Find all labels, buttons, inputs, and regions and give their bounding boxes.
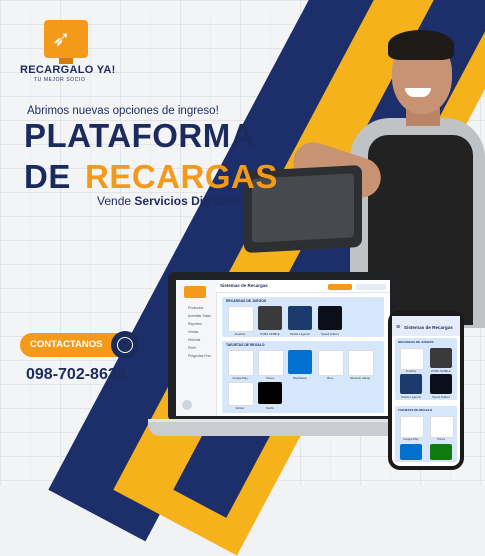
laptop-user-badge [356, 284, 386, 290]
phone-tile-itunes[interactable] [430, 416, 454, 438]
laptop-tile-mobile-legends[interactable] [288, 306, 312, 330]
laptop-tile-label: Xbox [326, 376, 334, 380]
laptop-tile-label: PlayStation [292, 376, 308, 380]
laptop-sidebar [176, 280, 217, 416]
laptop-tile-roblox[interactable] [228, 382, 254, 406]
phone-tile-xbox[interactable] [430, 444, 452, 460]
laptop-tile-playstation[interactable] [288, 350, 312, 374]
whatsapp-icon [117, 337, 133, 353]
laptop-tile-google-play[interactable] [228, 350, 254, 376]
phone-tile-label: Google Play [403, 437, 419, 441]
laptop-tile-label: Mobile Legends [290, 332, 310, 336]
laptop-tile-speed-drifters[interactable] [318, 306, 342, 330]
laptop-menu-item[interactable]: Ventas [188, 330, 198, 334]
laptop-menu-item[interactable]: Reportes [188, 322, 202, 326]
phone-app-title: Sistemas de Recargas [404, 325, 453, 330]
contact-button-label: CONTACTANOS [30, 339, 103, 350]
laptop-cards-heading: TARJETAS DE REGALO [226, 343, 265, 347]
subline: Vende Servicios Digitales! [97, 194, 245, 208]
laptop-app-title: Sistemas de Recargas [220, 283, 268, 288]
laptop-tile-label: FreeFire [234, 332, 246, 336]
laptop-tile-label: Roblox [235, 406, 245, 410]
laptop-menu-item[interactable]: Acreditar Saldo [188, 314, 211, 318]
laptop-menu-item[interactable]: Productos [188, 306, 203, 310]
laptop-tile-nintendo[interactable] [348, 350, 374, 376]
phone-tile-label: Mobile Legends [401, 395, 421, 399]
laptop-menu-item[interactable]: Perfil [188, 346, 196, 350]
laptop-tile-itunes[interactable] [258, 350, 284, 376]
laptop-base [148, 422, 410, 436]
laptop-tile-label: Netflix [266, 406, 274, 410]
headline-line2-highlight: RECARGAS [85, 158, 278, 195]
laptop-tile-label: Google Play [232, 376, 248, 380]
laptop-avatar [182, 400, 192, 410]
phone-tile-pubg[interactable] [430, 348, 452, 368]
brand-tagline: TU MEJOR SOCIO [34, 77, 86, 83]
laptop-tile-xbox[interactable] [318, 350, 344, 376]
phone-number: 098-702-8630 [26, 366, 126, 383]
phone-tile-label: PUBG MOBILE [431, 369, 451, 373]
phone-tile-label: Speed Drifters [432, 395, 450, 399]
phone-games-heading: RECARGAS DE JUEGOS [398, 340, 434, 344]
brand-name: RECARGALO YA! [20, 64, 116, 76]
phone-tile-mobile-legends[interactable] [400, 374, 422, 394]
laptop-tile-label: Speed Drifters [321, 332, 339, 336]
rocket-icon: ➶ [52, 26, 71, 51]
hamburger-icon[interactable]: ≡ [396, 324, 400, 331]
phone-cards-heading: TARJETAS DE REGALO [398, 408, 433, 412]
laptop-games-heading: RECARGAS DE JUEGOS [226, 299, 267, 303]
phone-tile-playstation[interactable] [400, 444, 422, 460]
laptop-balance-badge [328, 284, 352, 290]
laptop-menu-item[interactable]: Preguntas Frec [188, 354, 211, 358]
phone-tile-label: FreeFire [405, 369, 417, 373]
laptop-menu-item[interactable]: Historial [188, 338, 200, 342]
subline-bold: Servicios Digitales! [134, 194, 246, 208]
headline-line1: PLATAFORMA [24, 117, 256, 154]
laptop-tile-freefire[interactable] [228, 306, 254, 332]
phone-tile-google-play[interactable] [400, 416, 424, 438]
subline-prefix: Vende [97, 194, 132, 208]
laptop-tile-label: Nintendo eShop [349, 376, 371, 380]
intro-text: Abrimos nuevas opciones de ingreso! [27, 105, 219, 117]
headline-line2-prefix: DE [24, 158, 71, 195]
laptop-tile-netflix[interactable] [258, 382, 282, 404]
phone-tile-freefire[interactable] [400, 348, 424, 370]
laptop-tile-pubg[interactable] [258, 306, 282, 330]
phone-tile-speed-drifters[interactable] [430, 374, 452, 394]
laptop-tile-label: PUBG MOBILE [260, 332, 280, 336]
laptop-tile-label: iTunes [265, 376, 275, 380]
phone-tile-label: iTunes [436, 437, 446, 441]
laptop-logo-icon [184, 286, 206, 298]
person-hair [388, 30, 454, 60]
